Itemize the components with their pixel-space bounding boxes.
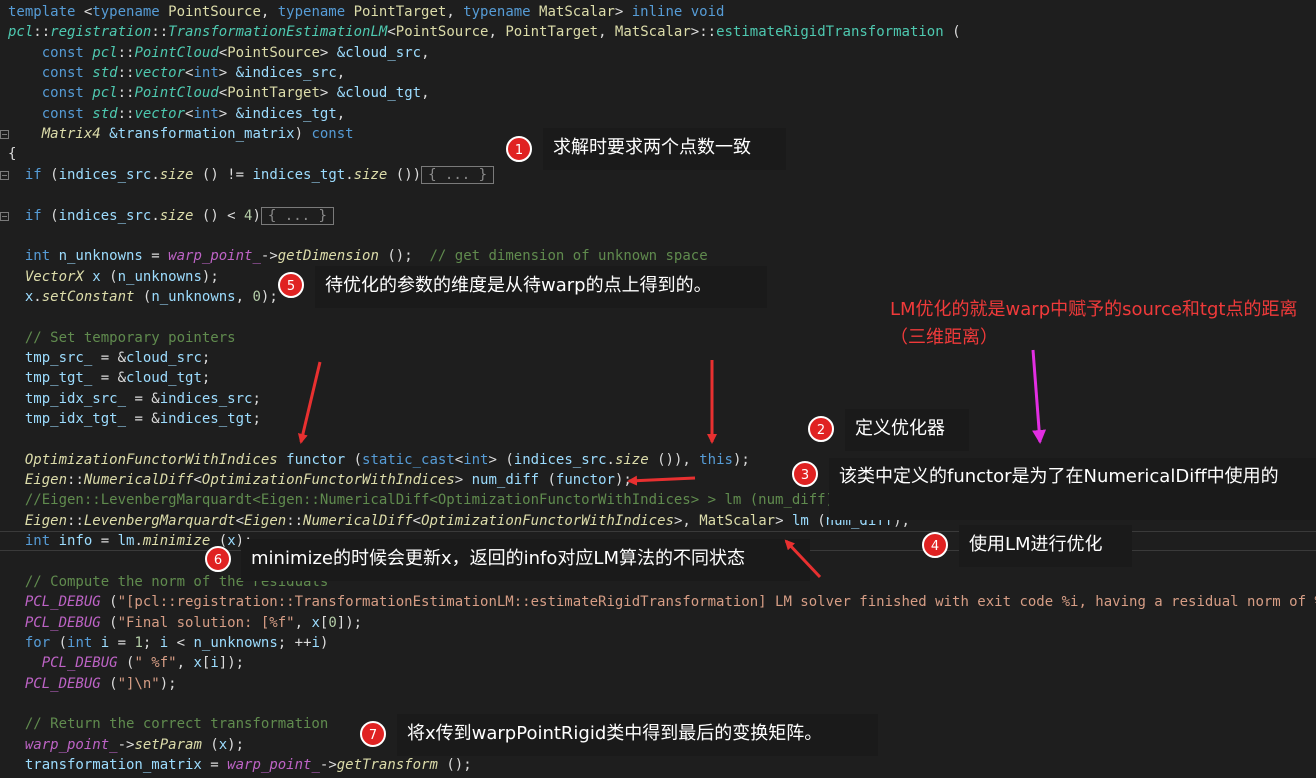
- arrow-to-lm: [784, 539, 822, 579]
- arrow-to-functor: [297, 361, 322, 444]
- annotation-arrows: [297, 349, 1047, 579]
- arrow-magenta: [1031, 349, 1047, 444]
- arrow-to-num-diff: [627, 475, 696, 486]
